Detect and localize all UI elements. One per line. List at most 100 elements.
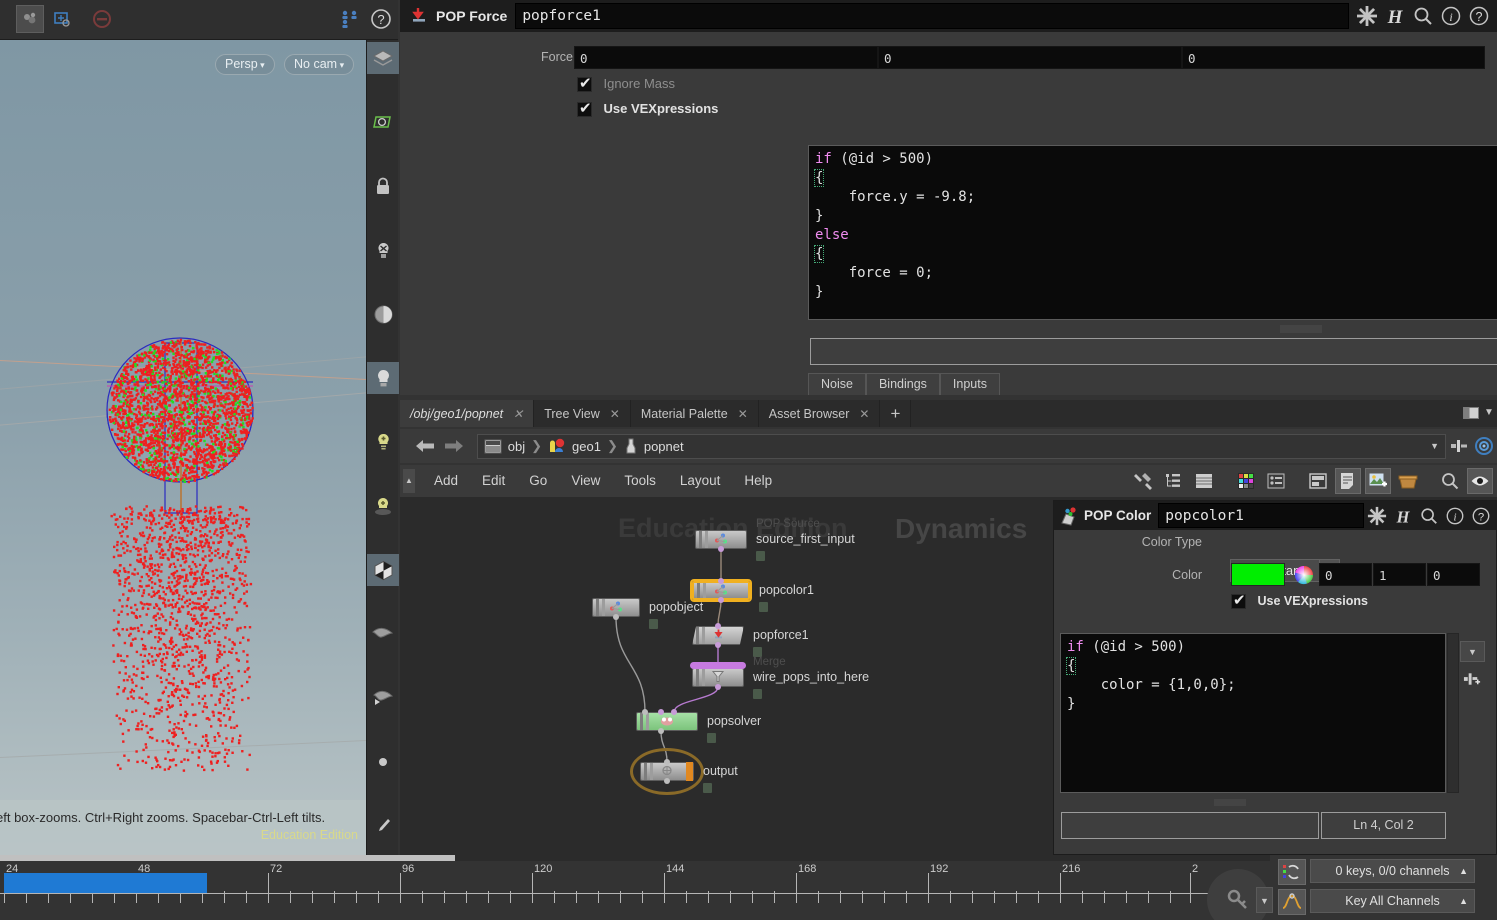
color-g-input[interactable]: 1 [1373, 563, 1426, 586]
houdini-h-icon[interactable]: H [1390, 503, 1416, 529]
node-port[interactable] [715, 684, 721, 690]
close-icon[interactable]: ✕ [859, 407, 869, 421]
ghost-playback-icon[interactable] [367, 682, 399, 714]
help-icon[interactable]: ? [1468, 503, 1494, 529]
node-port[interactable] [715, 642, 721, 648]
add-tab-button[interactable]: + [880, 400, 911, 427]
point-light-icon[interactable] [367, 426, 399, 458]
node-lock-icon[interactable] [759, 602, 768, 612]
popcolor-editor-splitter[interactable] [1214, 799, 1246, 806]
output-render-flag[interactable] [686, 762, 693, 781]
breadcrumb-item-popnet[interactable]: popnet [618, 438, 690, 454]
shading-icon[interactable] [367, 298, 399, 330]
param-tab-inputs[interactable]: Inputs [940, 373, 1000, 395]
menu-tools[interactable]: Tools [612, 465, 668, 497]
no-entry-icon[interactable] [88, 5, 116, 33]
animation-curve-icon[interactable] [1278, 889, 1306, 915]
houdini-h-icon[interactable]: H [1381, 2, 1409, 30]
network-tab[interactable]: Material Palette✕ [631, 400, 759, 427]
node-port[interactable] [671, 709, 677, 715]
node-lock-icon[interactable] [703, 783, 712, 793]
menu-edit[interactable]: Edit [470, 465, 517, 497]
timeline-hscrollbar[interactable] [0, 855, 455, 861]
layout-icon[interactable] [1305, 468, 1331, 494]
key-dropdown-icon[interactable]: ▼ [1256, 887, 1273, 913]
network-tab[interactable]: Tree View✕ [534, 400, 631, 427]
tools-icon[interactable] [1131, 468, 1157, 494]
breadcrumb-item-obj[interactable]: obj [478, 439, 531, 454]
node-port[interactable] [664, 759, 670, 765]
lock-icon[interactable] [367, 170, 399, 202]
menu-help[interactable]: Help [732, 465, 784, 497]
node-port[interactable] [715, 623, 721, 629]
info-icon[interactable]: i [1442, 503, 1468, 529]
gear-icon[interactable] [1364, 503, 1390, 529]
search-icon[interactable] [1416, 503, 1442, 529]
viewport-persp-menu[interactable]: Persp ▾ [215, 54, 275, 75]
popcolor-use-vexpressions-row[interactable]: Use VEXpressions [1231, 594, 1368, 609]
no-light-icon[interactable] [367, 234, 399, 266]
popcolor-name-input[interactable] [1158, 503, 1364, 528]
search-icon[interactable] [1437, 468, 1463, 494]
snapshot-icon[interactable] [367, 106, 399, 138]
breadcrumb-item-geo1[interactable]: geo1 [542, 438, 607, 454]
info-icon[interactable]: i [1437, 2, 1465, 30]
pin-icon[interactable] [1446, 433, 1471, 459]
pane-menu-icon[interactable]: ▼ [1484, 407, 1494, 418]
light-icon[interactable] [367, 362, 399, 394]
multi-user-icon[interactable] [336, 5, 364, 33]
node-port[interactable] [718, 578, 724, 584]
menu-add[interactable]: Add [422, 465, 470, 497]
node-lock-icon[interactable] [707, 733, 716, 743]
color-swatch[interactable] [1231, 563, 1285, 586]
timeline-bar[interactable]: 244872961201441681922162 [0, 855, 1270, 920]
node-port[interactable] [718, 546, 724, 552]
help-icon[interactable]: ? [367, 5, 395, 33]
ghost-icon[interactable] [367, 618, 399, 650]
node-lock-icon[interactable] [756, 551, 765, 561]
menu-go[interactable]: Go [517, 465, 559, 497]
param-tab-noise[interactable]: Noise [808, 373, 866, 395]
viewport-camera-menu[interactable]: No cam ▾ [284, 54, 354, 75]
back-arrow-icon[interactable] [410, 431, 439, 461]
eye-icon[interactable] [1467, 468, 1493, 494]
close-icon[interactable]: ✕ [738, 407, 748, 421]
add-image-icon[interactable] [1365, 468, 1391, 494]
notes-icon[interactable] [1335, 468, 1361, 494]
box-icon[interactable] [1395, 468, 1421, 494]
force-x-input[interactable]: 0 [574, 46, 878, 69]
timeline-hscrollbar-track[interactable] [455, 855, 1270, 861]
use-vexpressions-checkbox[interactable] [1231, 594, 1246, 609]
color-r-input[interactable]: 0 [1319, 563, 1372, 586]
zoom-region-icon[interactable] [48, 5, 76, 33]
popforce-vex-editor[interactable]: if (@id > 500) { force.y = -9.8; } else … [808, 145, 1497, 320]
use-vexpressions-row[interactable]: Use VEXpressions [577, 101, 718, 117]
menu-view[interactable]: View [559, 465, 612, 497]
network-scroll-up-icon[interactable]: ▲ [403, 469, 415, 493]
target-icon[interactable] [1472, 433, 1497, 459]
color-b-input[interactable]: 0 [1427, 563, 1480, 586]
search-icon[interactable] [1409, 2, 1437, 30]
color-wheel-icon[interactable] [1292, 563, 1316, 587]
breadcrumb-dropdown-icon[interactable]: ▼ [1430, 441, 1445, 451]
select-objects-icon[interactable] [16, 5, 44, 33]
node-port[interactable] [658, 709, 664, 715]
hierarchy-icon[interactable] [1161, 468, 1187, 494]
popforce-name-input[interactable] [515, 3, 1349, 29]
editor-add-param-icon[interactable] [1460, 668, 1485, 689]
node-lock-icon[interactable] [649, 619, 658, 629]
network-tab[interactable]: /obj/geo1/popnet✕ [400, 400, 534, 427]
node-port[interactable] [718, 597, 724, 603]
snapshot-grid-icon[interactable] [1263, 468, 1289, 494]
brush-icon[interactable] [367, 810, 399, 842]
force-z-input[interactable]: 0 [1182, 46, 1485, 69]
param-tab-bindings[interactable]: Bindings [866, 373, 940, 395]
viewport-3d-canvas[interactable]: Persp ▾ No cam ▾ [0, 40, 366, 855]
forward-arrow-icon[interactable] [439, 431, 468, 461]
force-y-input[interactable]: 0 [878, 46, 1182, 69]
breadcrumb[interactable]: obj❯geo1❯popnet▼ [477, 434, 1446, 459]
help-icon[interactable]: ? [1465, 2, 1493, 30]
use-vexpressions-checkbox[interactable] [577, 102, 592, 117]
layers-icon[interactable] [367, 42, 399, 74]
color-palette-icon[interactable] [1233, 468, 1259, 494]
